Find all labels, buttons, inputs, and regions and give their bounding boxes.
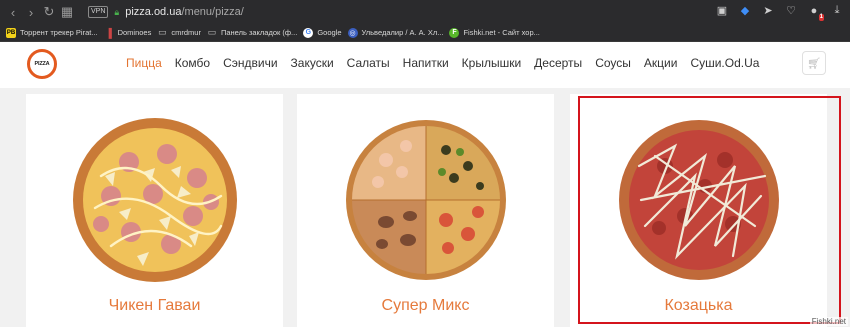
pirate-bay-icon: PB xyxy=(6,27,16,38)
extension-badge-count: 1 xyxy=(818,13,824,21)
bookmark-cmrdmur[interactable]: ▭ cmrdmur xyxy=(157,27,201,38)
back-icon[interactable]: ‹ xyxy=(4,3,22,21)
menu-item-promos[interactable]: Акции xyxy=(644,56,678,70)
bookmark-label: Панель закладок (ф... xyxy=(220,28,298,37)
bookmarks-bar: PB Торрент трекер Pirat... ▐ Dominoes ▭ cmr… xyxy=(0,24,850,42)
folder-icon: ▭ xyxy=(158,27,167,37)
dominoes-icon: ▐ xyxy=(105,27,112,38)
url-path: /menu/pizza/ xyxy=(181,6,244,18)
google-icon: G xyxy=(303,27,314,38)
pizza-image xyxy=(72,118,237,282)
vpn-badge[interactable]: VPN xyxy=(88,6,109,18)
product-name[interactable]: Козацька xyxy=(570,297,827,315)
browser-address-bar: ‹ › ↻ ▦ VPN 🔒︎ pizza.od.ua/menu/pizza/ ▣… xyxy=(0,0,850,24)
shield-icon[interactable]: ◆ xyxy=(738,4,752,17)
bookmark-fishki[interactable]: F Fishki.net - Сайт хор... xyxy=(449,27,540,38)
bookmark-label: Google xyxy=(317,28,342,37)
bookmark-google[interactable]: G Google xyxy=(303,27,342,38)
bookmark-label: Ульведалир / А. А. Хл... xyxy=(361,28,444,37)
send-icon[interactable]: ➤ xyxy=(761,4,775,17)
menu-item-combo[interactable]: Комбо xyxy=(175,56,210,70)
forward-icon[interactable]: › xyxy=(22,3,40,21)
folder-icon: ▭ xyxy=(207,27,217,37)
bookmark-pirate[interactable]: PB Торрент трекер Pirat... xyxy=(6,27,98,38)
logo-text: PIZZA xyxy=(34,61,50,67)
camera-icon[interactable]: ▣ xyxy=(715,4,729,17)
product-name[interactable]: Чикен Гаваи xyxy=(26,297,283,315)
product-grid: Чикен Гаваи Супер Микс Козацька xyxy=(0,88,850,327)
bookmark-label: cmrdmur xyxy=(171,28,201,37)
menu-item-salads[interactable]: Салаты xyxy=(347,56,390,70)
tabs-grid-icon[interactable]: ▦ xyxy=(58,3,76,21)
extension-icon[interactable]: ● 1 xyxy=(807,5,824,21)
bookmark-ulvedalir[interactable]: ◎ Ульведалир / А. А. Хл... xyxy=(347,27,444,38)
main-menu: Пицца Комбо Сэндвичи Закуски Салаты Напи… xyxy=(126,56,772,70)
product-name[interactable]: Супер Микс xyxy=(297,297,554,315)
bookmark-panel[interactable]: ▭ Панель закладок (ф... xyxy=(207,27,298,38)
bookmark-dominoes[interactable]: ▐ Dominoes xyxy=(104,27,152,38)
site-logo[interactable]: PIZZA xyxy=(27,49,57,79)
menu-item-pizza[interactable]: Пицца xyxy=(126,56,162,70)
reload-icon[interactable]: ↻ xyxy=(40,3,58,21)
menu-item-snacks[interactable]: Закуски xyxy=(291,56,334,70)
fishki-icon: F xyxy=(449,27,460,38)
pizza-image xyxy=(618,120,779,280)
download-icon[interactable]: ⤓ xyxy=(830,4,844,17)
pizza-image xyxy=(345,120,506,280)
menu-item-desserts[interactable]: Десерты xyxy=(534,56,582,70)
product-card-super-mix[interactable]: Супер Микс xyxy=(297,94,554,327)
url-domain: pizza.od.ua xyxy=(125,6,182,18)
lock-icon[interactable]: 🔒︎ xyxy=(114,7,119,18)
product-card-kozatska[interactable]: Козацька xyxy=(570,94,827,327)
menu-item-sushi[interactable]: Суши.Od.Ua xyxy=(690,56,759,70)
menu-item-drinks[interactable]: Напитки xyxy=(403,56,449,70)
bookmark-label: Fishki.net - Сайт хор... xyxy=(463,28,540,37)
cart-button[interactable]: 🛒︎ xyxy=(802,51,826,75)
bookmark-label: Торрент трекер Pirat... xyxy=(20,28,98,37)
menu-item-sandwiches[interactable]: Сэндвичи xyxy=(223,56,277,70)
site-header: PIZZA Пицца Комбо Сэндвичи Закуски Салат… xyxy=(0,42,850,88)
url-field[interactable]: pizza.od.ua/menu/pizza/ xyxy=(125,6,244,18)
menu-item-sauces[interactable]: Соусы xyxy=(595,56,631,70)
menu-item-wings[interactable]: Крылышки xyxy=(462,56,522,70)
bookmark-label: Dominoes xyxy=(117,28,152,37)
cart-icon: 🛒︎ xyxy=(807,57,821,70)
globe-icon: ◎ xyxy=(347,27,358,38)
product-card-chicken-hawaii[interactable]: Чикен Гаваи xyxy=(26,94,283,327)
toolbar-icons: ▣ ◆ ➤ ♡ ● 1 ⤓ xyxy=(715,4,844,21)
heart-icon[interactable]: ♡ xyxy=(784,4,798,17)
watermark: Fishki.net xyxy=(809,317,848,326)
